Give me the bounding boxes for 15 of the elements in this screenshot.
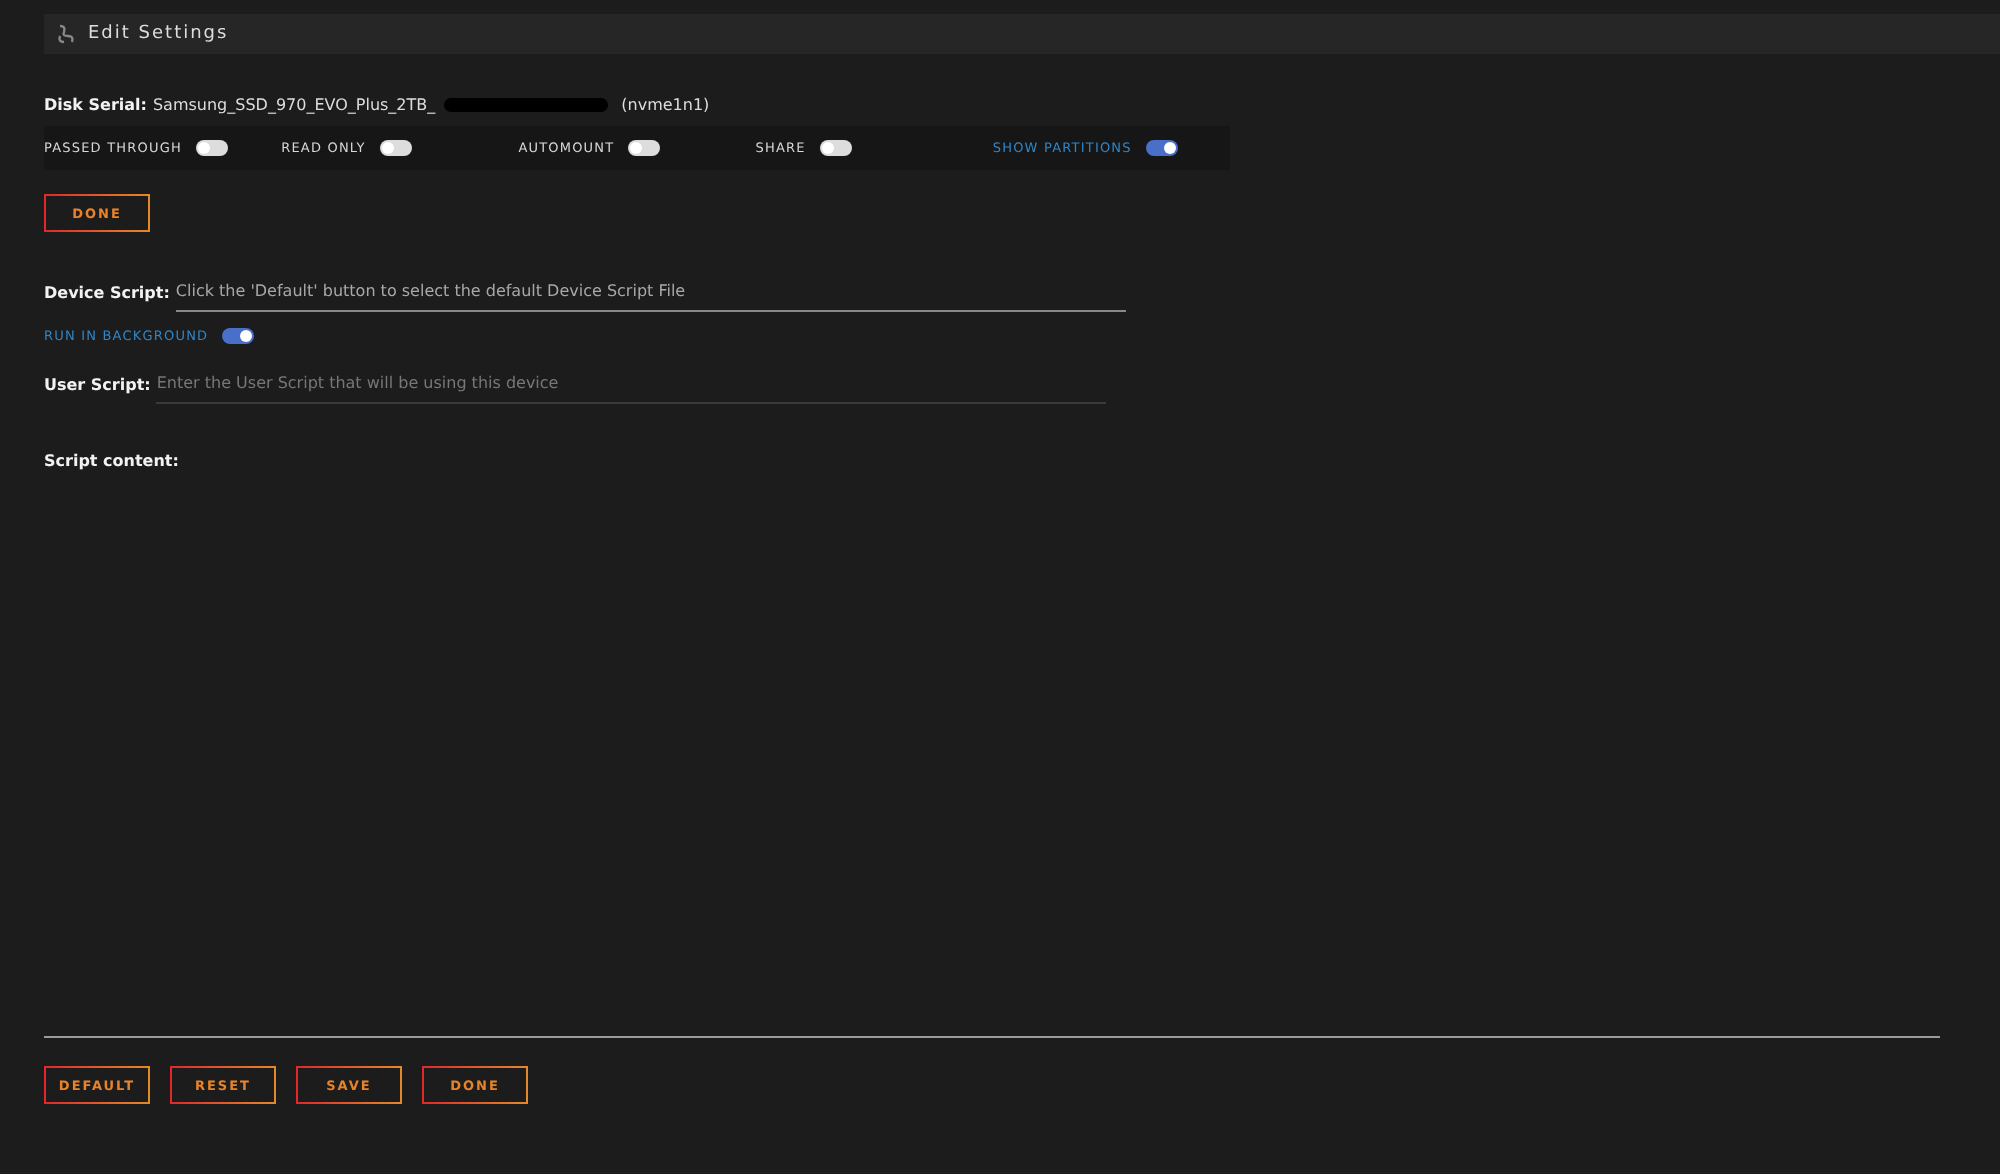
field-value: Samsung_SSD_970_EVO_Plus_2TB_	[152, 95, 436, 113]
input-field[interactable]: Click the 'Default' button to select the default Device Script File	[175, 282, 1126, 312]
toggle-switch[interactable]	[1145, 140, 1178, 156]
field-label: User Script:	[44, 375, 151, 393]
field-label: Device Script:	[44, 283, 170, 301]
section-label: Script content:	[44, 452, 181, 470]
toggle-switch[interactable]	[379, 140, 412, 156]
field-label: Disk Serial:	[44, 95, 147, 113]
toggle-switch[interactable]	[195, 140, 228, 156]
window-title: Edit Settings	[88, 24, 229, 44]
toggle-switch[interactable]	[222, 328, 255, 344]
input-field[interactable]: Enter the User Script that will be using this device	[156, 374, 1107, 404]
device-name: (nvme1n1)	[621, 95, 710, 113]
toggle-switch[interactable]	[628, 140, 661, 156]
toggle-switch[interactable]	[819, 140, 852, 156]
